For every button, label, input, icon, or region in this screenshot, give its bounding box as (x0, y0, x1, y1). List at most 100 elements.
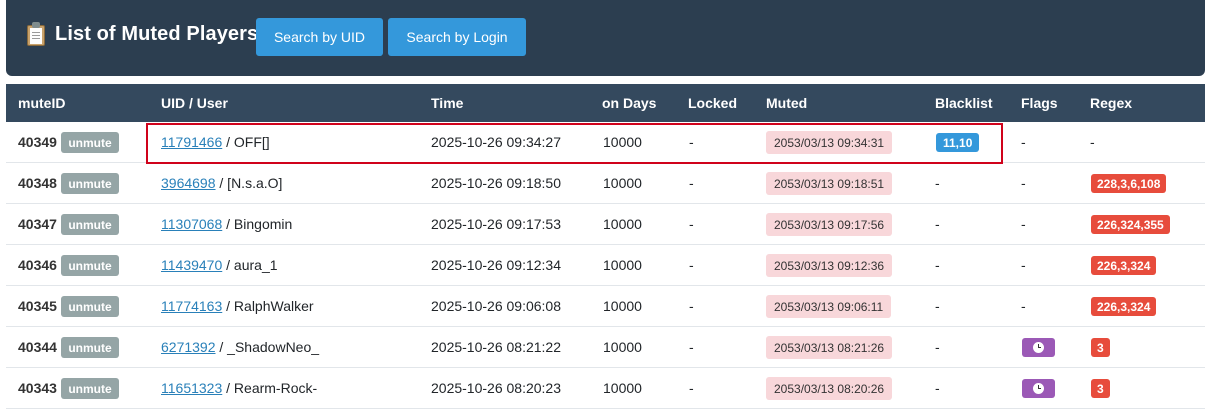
time-cell: 2025-10-26 08:21:22 (431, 339, 561, 355)
col-time: Time (431, 95, 464, 111)
locked-cell: - (689, 380, 694, 396)
time-cell: 2025-10-26 09:18:50 (431, 175, 561, 191)
clipboard-icon (26, 22, 46, 46)
uid-link[interactable]: 6271392 (161, 339, 216, 355)
user-login: / Bingomin (222, 216, 293, 232)
unmute-button[interactable]: unmute (61, 337, 119, 358)
uid-link[interactable]: 11791466 (161, 134, 222, 150)
uid-link[interactable]: 11307068 (161, 216, 222, 232)
muted-until-badge: 2053/03/13 08:21:26 (766, 336, 893, 359)
muted-until-badge: 2053/03/13 09:18:51 (766, 172, 893, 195)
mute-id: 40345 (18, 298, 57, 314)
uid-user-cell: 11774163 / RalphWalker (161, 298, 314, 314)
user-login: / aura_1 (222, 257, 278, 273)
days-cell: 10000 (603, 298, 642, 314)
table-row: 40349 unmute 11791466 / OFF[] 2025-10-26 09… (6, 122, 1205, 163)
uid-user-cell: 11651323 / Rearm-Rock- (161, 380, 317, 396)
blacklist-cell: - (935, 175, 940, 191)
user-login: / _ShadowNeo_ (215, 339, 320, 355)
time-cell: 2025-10-26 08:20:23 (431, 380, 561, 396)
uid-user-cell: 6271392 / _ShadowNeo_ (161, 339, 319, 355)
regex-cell: - (1090, 134, 1095, 150)
mute-id: 40349 (18, 134, 57, 150)
time-cell: 2025-10-26 09:17:53 (431, 216, 561, 232)
clock-icon (1033, 383, 1044, 394)
regex-badge: 226,324,355 (1091, 215, 1170, 234)
locked-cell: - (689, 134, 694, 150)
flags-cell: - (1021, 257, 1026, 273)
col-regex: Regex (1090, 95, 1133, 111)
page-header: List of Muted Players Search by UID Sear… (6, 0, 1205, 76)
regex-badge: 226,3,324 (1091, 297, 1157, 316)
regex-badge: 3 (1091, 379, 1110, 398)
muted-until-badge: 2053/03/13 09:06:11 (766, 295, 892, 318)
locked-cell: - (689, 298, 694, 314)
search-by-uid-button[interactable]: Search by UID (256, 18, 383, 56)
uid-link[interactable]: 11774163 (161, 298, 222, 314)
uid-user-cell: 11439470 / aura_1 (161, 257, 278, 273)
table-row: 40343 unmute 11651323 / Rearm-Rock- 2025-10… (6, 368, 1205, 409)
table-row: 40345 unmute 11774163 / RalphWalker 2025-10… (6, 286, 1205, 327)
time-cell: 2025-10-26 09:34:27 (431, 134, 561, 150)
uid-user-cell: 11307068 / Bingomin (161, 216, 292, 232)
col-muteid: muteID (18, 95, 66, 111)
uid-user-cell: 3964698 / [N.s.a.O] (161, 175, 282, 191)
regex-badge: 3 (1091, 338, 1110, 357)
col-locked: Locked (688, 95, 738, 111)
col-uid-user: UID / User (161, 95, 228, 111)
unmute-button[interactable]: unmute (61, 296, 119, 317)
uid-link[interactable]: 11439470 (161, 257, 222, 273)
table-row: 40347 unmute 11307068 / Bingomin 2025-10-26… (6, 204, 1205, 245)
blacklist-badge: 11,10 (936, 133, 980, 152)
uid-link[interactable]: 3964698 (161, 175, 216, 191)
blacklist-cell: - (935, 216, 940, 232)
flag-badge (1022, 338, 1055, 357)
table-header: muteID UID / User Time on Days Locked Mu… (6, 84, 1205, 122)
muted-until-badge: 2053/03/13 09:34:31 (766, 131, 893, 154)
mute-id: 40348 (18, 175, 57, 191)
blacklist-cell: - (935, 257, 940, 273)
days-cell: 10000 (603, 216, 642, 232)
locked-cell: - (689, 339, 694, 355)
days-cell: 10000 (603, 257, 642, 273)
user-login: / RalphWalker (222, 298, 314, 314)
days-cell: 10000 (603, 339, 642, 355)
table-row: 40344 unmute 6271392 / _ShadowNeo_ 2025-10-… (6, 327, 1205, 368)
mute-id: 40344 (18, 339, 57, 355)
muted-until-badge: 2053/03/13 08:20:26 (766, 377, 893, 400)
col-blacklist: Blacklist (935, 95, 993, 111)
days-cell: 10000 (603, 380, 642, 396)
mute-id: 40347 (18, 216, 57, 232)
blacklist-cell: - (935, 339, 940, 355)
mute-id: 40343 (18, 380, 57, 396)
clock-icon (1033, 342, 1044, 353)
locked-cell: - (689, 216, 694, 232)
col-flags: Flags (1021, 95, 1058, 111)
regex-badge: 226,3,324 (1091, 256, 1157, 275)
user-login: / [N.s.a.O] (215, 175, 283, 191)
unmute-button[interactable]: unmute (61, 378, 119, 399)
flag-badge (1022, 379, 1055, 398)
table-row: 40348 unmute 3964698 / [N.s.a.O] 2025-10-26… (6, 163, 1205, 204)
page-title: List of Muted Players (55, 22, 259, 45)
blacklist-cell: - (935, 380, 940, 396)
uid-link[interactable]: 11651323 (161, 380, 222, 396)
user-login: / OFF[] (222, 134, 270, 150)
flags-cell: - (1021, 216, 1026, 232)
col-muted: Muted (766, 95, 808, 111)
days-cell: 10000 (603, 134, 642, 150)
unmute-button[interactable]: unmute (61, 132, 119, 153)
col-on-days: on Days (602, 95, 657, 111)
flags-cell: - (1021, 298, 1026, 314)
muted-until-badge: 2053/03/13 09:12:36 (766, 254, 893, 277)
unmute-button[interactable]: unmute (61, 173, 119, 194)
search-by-login-button[interactable]: Search by Login (388, 18, 526, 56)
title-wrap: List of Muted Players (26, 22, 258, 46)
time-cell: 2025-10-26 09:12:34 (431, 257, 561, 273)
muted-until-badge: 2053/03/13 09:17:56 (766, 213, 893, 236)
locked-cell: - (689, 257, 694, 273)
unmute-button[interactable]: unmute (61, 214, 119, 235)
flags-cell: - (1021, 134, 1026, 150)
unmute-button[interactable]: unmute (61, 255, 119, 276)
days-cell: 10000 (603, 175, 642, 191)
